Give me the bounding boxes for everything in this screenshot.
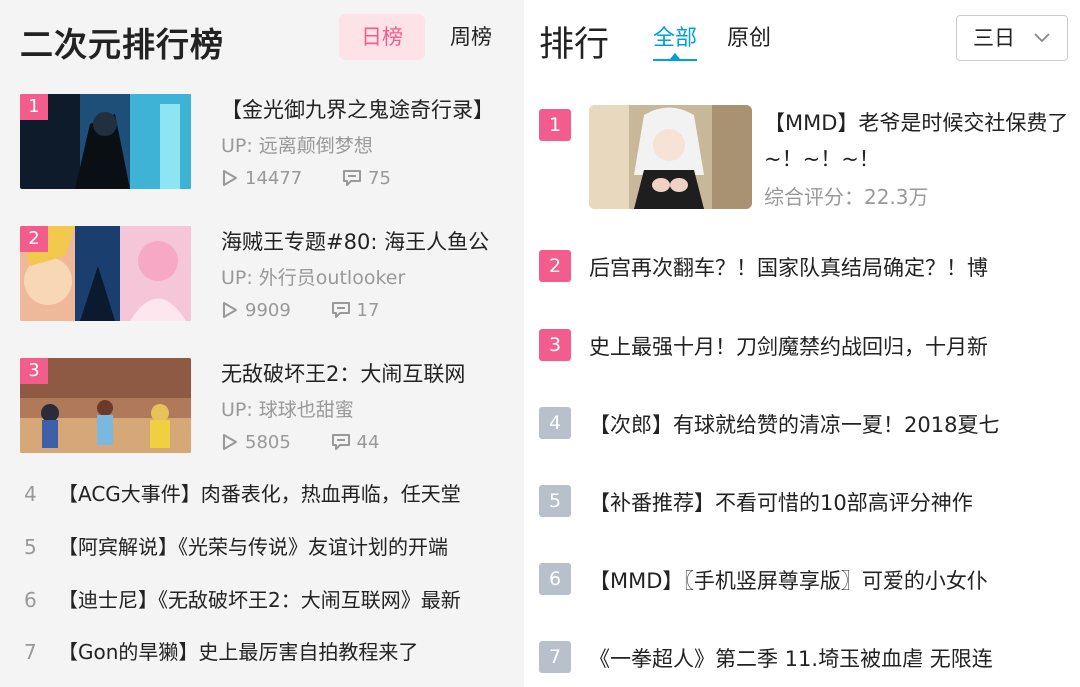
composite-score: 综合评分：22.3万 [764,185,929,209]
video-title[interactable]: 【补番推荐】不看可惜的10部高评分神作 [589,487,1069,517]
video-title[interactable]: 《一拳超人》第二季 11.埼玉被血虐 无限连 [589,643,1069,673]
ranking-panel: 排行 全部 原创 三日 1 【MMD】老爷是时候交社保费了~！~！~！ 综合评分… [524,0,1080,687]
panel-title: 二次元排行榜 [20,25,224,64]
video-thumbnail[interactable]: 3 [20,358,191,453]
comment-count: 75 [368,167,391,189]
video-title[interactable]: 【阿宾解说】《光荣与传说》友谊计划的开端 [58,535,448,559]
video-thumbnail[interactable] [589,105,752,209]
ranking-item-featured[interactable]: 1 【MMD】老爷是时候交社保费了~！~！~！ 综合评分：22.3万 [539,105,1069,209]
uploader-name[interactable]: UP: 远离颠倒梦想 [221,131,373,158]
uploader-name[interactable]: UP: 外行员outlooker [221,263,405,290]
ranking-item[interactable]: 4 【次郎】有球就给赞的清凉一夏！2018夏七 [539,407,1069,441]
rank-badge: 7 [539,641,571,673]
list-item[interactable]: 6 【迪士尼】《无敌破坏王2：大闹互联网》最新 [24,584,520,614]
list-item[interactable]: 4 【ACG大事件】肉番表化，热血再临，任天堂 [24,478,520,508]
rank-number: 5 [24,535,37,559]
video-title[interactable]: 【MMD】老爷是时候交社保费了~！~！~！ [764,105,1069,177]
tab-original[interactable]: 原创 [727,20,771,60]
play-icon [223,170,237,187]
comment-icon [331,434,350,451]
video-title[interactable]: 后宫再次翻车？！国家队真结局确定？！博 [589,252,1069,282]
rank-badge: 1 [20,94,48,120]
active-tab-underline [653,59,698,61]
period-dropdown-value: 三日 [973,26,1015,50]
ranking-item[interactable]: 1 【金光御九界之鬼途奇行录】 UP: 远离颠倒梦想 14477 75 [20,94,520,190]
video-title[interactable]: 【迪士尼】《无敌破坏王2：大闹互联网》最新 [58,588,461,612]
list-item[interactable]: 5 【阿宾解说】《光荣与传说》友谊计划的开端 [24,531,520,561]
ranking-item[interactable]: 5 【补番推荐】不看可惜的10部高评分神作 [539,485,1069,519]
play-icon [223,302,237,319]
ranking-item[interactable]: 2 后宫再次翻车？！国家队真结局确定？！博 [539,250,1069,284]
tab-daily[interactable]: 日榜 [339,14,425,60]
video-stats: 9909 17 [221,299,379,321]
ranking-item[interactable]: 2 海贼王专题#80: 海王人鱼公 UP: 外行员outlooker 9909 … [20,226,520,322]
ranking-item[interactable]: 7 《一拳超人》第二季 11.埼玉被血虐 无限连 [539,641,1069,675]
rank-badge: 3 [20,358,48,384]
play-icon [223,434,237,451]
rank-number: 6 [24,588,37,612]
video-title[interactable]: 【金光御九界之鬼途奇行录】 [221,94,521,124]
video-thumbnail[interactable]: 2 [20,226,191,321]
video-title[interactable]: 【ACG大事件】肉番表化，热血再临，任天堂 [58,482,461,506]
play-count: 9909 [245,299,291,321]
active-tab-caret [670,53,680,59]
rank-badge: 6 [539,563,571,595]
rank-number: 7 [24,640,37,664]
video-title[interactable]: 海贼王专题#80: 海王人鱼公 [221,226,521,256]
play-count: 14477 [245,167,303,189]
play-count: 5805 [245,431,291,453]
comment-count: 17 [356,299,380,321]
rank-badge: 2 [539,250,571,282]
video-title[interactable]: 【次郎】有球就给赞的清凉一夏！2018夏七 [589,409,1069,439]
panel-title: 排行 [539,25,610,65]
comment-icon [331,302,350,319]
tab-weekly[interactable]: 周榜 [428,14,514,60]
rank-badge: 4 [539,407,571,439]
rank-badge: 1 [539,109,571,141]
video-title[interactable]: 【Gon的旱獭】史上最厉害自拍教程来了 [58,640,418,664]
uploader-name[interactable]: UP: 球球也甜蜜 [221,395,354,422]
list-item[interactable]: 7 【Gon的旱獭】史上最厉害自拍教程来了 [24,636,520,666]
rank-badge: 2 [20,226,48,252]
comment-count: 44 [356,431,380,453]
period-dropdown[interactable]: 三日 [956,15,1068,61]
video-title[interactable]: 史上最强十月！刀剑魔禁约战回归，十月新 [589,331,1069,361]
video-stats: 14477 75 [221,167,391,189]
anime-ranking-panel: 二次元排行榜 日榜 周榜 1 【金光御九界之鬼途奇行录】 UP: 远离颠倒梦想 … [0,0,524,687]
comment-icon [343,170,361,187]
video-stats: 5805 44 [221,431,379,453]
chevron-down-icon [1034,33,1050,43]
tab-all-label: 全部 [653,26,698,51]
video-thumbnail[interactable]: 1 [20,94,191,189]
video-title[interactable]: 无敌破坏王2：大闹互联网 [221,358,521,388]
rank-badge: 3 [539,329,571,361]
tab-all[interactable]: 全部 [653,20,698,61]
rank-number: 4 [24,482,37,506]
ranking-item[interactable]: 3 史上最强十月！刀剑魔禁约战回归，十月新 [539,329,1069,363]
video-title[interactable]: 【MMD】〖手机竖屏尊享版〗可爱的小女仆 [589,565,1069,595]
ranking-item[interactable]: 6 【MMD】〖手机竖屏尊享版〗可爱的小女仆 [539,563,1069,597]
ranking-item[interactable]: 3 无敌破坏王2：大闹互联网 UP: 球球也甜蜜 5805 44 [20,358,520,454]
rank-badge: 5 [539,485,571,517]
